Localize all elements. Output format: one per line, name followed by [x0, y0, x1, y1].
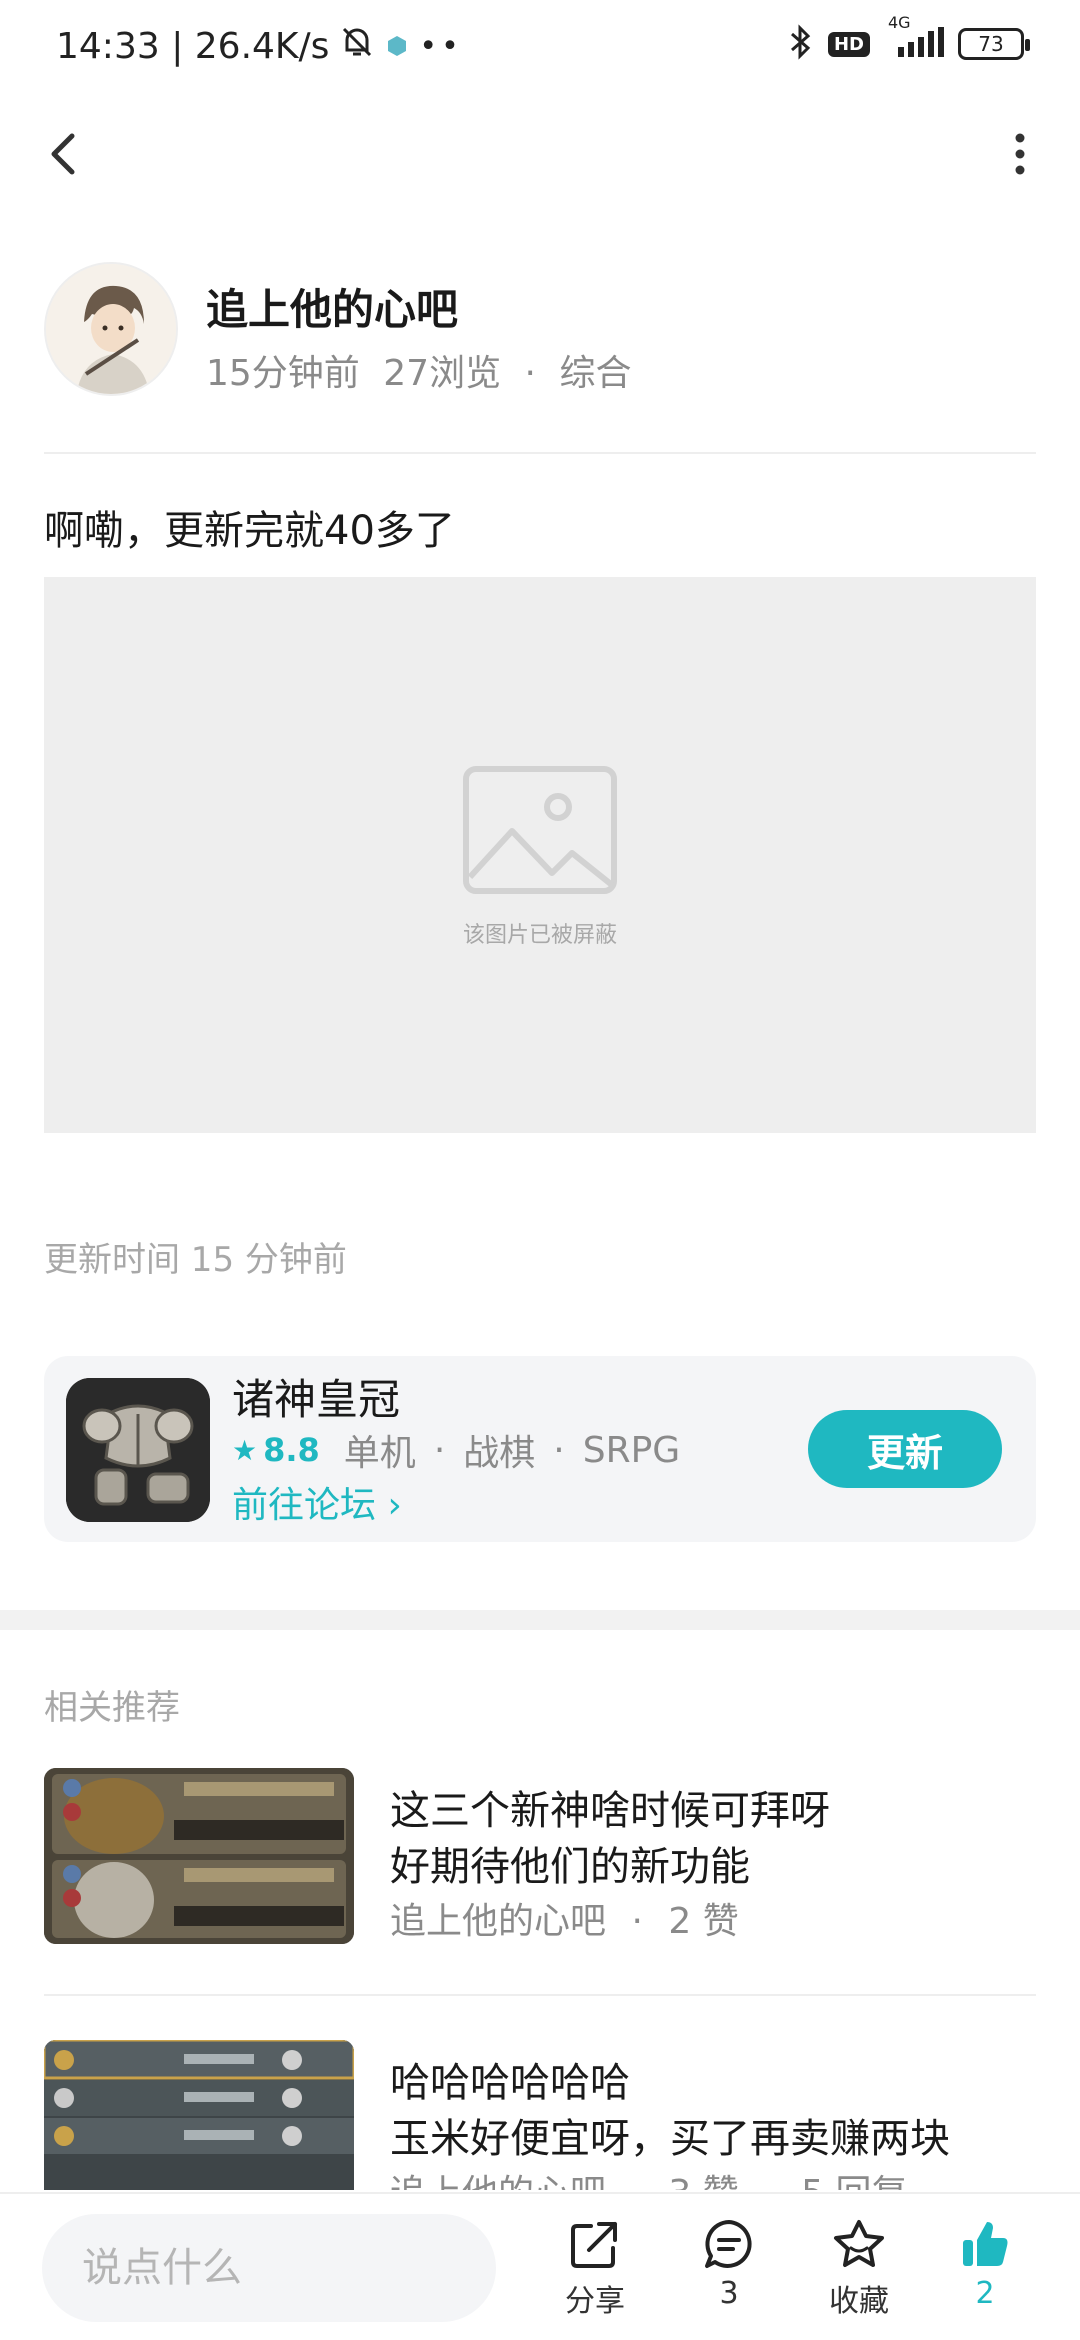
- author-name[interactable]: 追上他的心吧: [206, 276, 458, 337]
- bluetooth-icon: [788, 24, 814, 64]
- recommendations-title: 相关推荐: [44, 1688, 180, 1728]
- recommendation-likes: 3 赞: [668, 2173, 738, 2190]
- recommendation-author: 追上他的心吧: [390, 1901, 607, 1942]
- game-screenshot-icon: [44, 1768, 354, 1944]
- more-notifications-icon: ••: [419, 29, 463, 64]
- recommendation-thumbnail: [44, 2040, 354, 2190]
- post-views: 27浏览: [383, 353, 502, 394]
- update-time: 更新时间 15 分钟前: [44, 1240, 347, 1280]
- hd-badge: HD: [827, 31, 870, 57]
- status-left: 14:33 | 26.4K/s ••: [56, 24, 463, 69]
- back-button[interactable]: [36, 124, 96, 184]
- game-tag: 单机: [343, 1433, 416, 1474]
- list-item[interactable]: 这三个新神啥时候可拜呀 好期待他们的新功能 追上他的心吧 · 2 赞: [44, 1768, 1036, 1948]
- recommendation-subtitle: 玉米好便宜呀，买了再卖赚两块: [390, 2116, 950, 2162]
- post-time: 15分钟前: [206, 353, 360, 394]
- favorite-label: 收藏: [829, 2284, 889, 2319]
- divider: [44, 452, 1036, 454]
- comment-icon: [705, 2220, 752, 2268]
- game-tag: 战棋: [463, 1433, 536, 1474]
- meta-separator: ·: [764, 2173, 775, 2190]
- chevron-left-icon: [51, 133, 75, 175]
- more-vertical-icon: [1015, 133, 1025, 175]
- recommendation-meta: 追上他的心吧 · 3 赞 · 5 回复: [390, 2164, 907, 2190]
- recommendation-replies: 5 回复: [801, 2173, 907, 2190]
- armor-icon: [66, 1378, 210, 1522]
- game-screenshot-icon: [44, 2040, 354, 2190]
- thumbs-up-icon: [963, 2222, 1008, 2266]
- avatar[interactable]: [44, 262, 178, 396]
- network-type: 4G: [888, 13, 911, 32]
- meta-separator: ·: [524, 353, 536, 394]
- recommendation-title: 这三个新神啥时候可拜呀: [390, 1788, 830, 1834]
- like-count: 2: [975, 2276, 995, 2311]
- post-text: 啊嘞，更新完就40多了: [44, 508, 455, 554]
- like-button[interactable]: 2: [930, 2218, 1040, 2311]
- tag-separator: ·: [433, 1429, 446, 1471]
- status-right: HD 4G 73: [788, 13, 1030, 64]
- image-placeholder-icon: [463, 766, 617, 894]
- signal-icon: 4G: [884, 13, 944, 61]
- battery-icon: 73: [958, 28, 1030, 60]
- favorite-button[interactable]: 收藏: [804, 2218, 914, 2320]
- mute-bell-icon: [339, 24, 375, 69]
- post-meta: 15分钟前 27浏览 · 综合: [206, 344, 631, 396]
- game-tags: ★ 8.8 单机 · 战棋 · SRPG: [232, 1424, 680, 1476]
- recommendation-likes: 2 赞: [668, 1901, 739, 1942]
- more-options-button[interactable]: [990, 124, 1050, 184]
- recommendation-subtitle: 好期待他们的新功能: [390, 1844, 750, 1890]
- tag-separator: ·: [553, 1429, 565, 1471]
- game-name[interactable]: 诸神皇冠: [232, 1366, 400, 1427]
- comment-button[interactable]: 3: [674, 2218, 784, 2311]
- star-icon: ★: [232, 1433, 258, 1467]
- app-notification-icon: [385, 26, 409, 67]
- meta-separator: ·: [631, 2173, 642, 2190]
- blocked-image[interactable]: 该图片已被屏蔽: [44, 577, 1036, 1133]
- section-separator: [0, 1610, 1080, 1630]
- status-bar: 14:33 | 26.4K/s •• HD 4G 73: [0, 0, 1080, 96]
- share-button[interactable]: 分享: [540, 2218, 650, 2320]
- game-card[interactable]: 诸神皇冠 ★ 8.8 单机 · 战棋 · SRPG 前往论坛 › 更新: [44, 1356, 1036, 1542]
- forum-link[interactable]: 前往论坛 ›: [232, 1476, 402, 1528]
- game-icon[interactable]: [66, 1378, 210, 1522]
- recommendation-title: 哈哈哈哈哈哈: [390, 2060, 630, 2106]
- recommendation-meta: 追上他的心吧 · 2 赞: [390, 1892, 739, 1944]
- post-category[interactable]: 综合: [559, 353, 631, 394]
- share-icon: [571, 2222, 617, 2268]
- comment-count: 3: [719, 2276, 739, 2311]
- avatar-illustration-icon: [46, 264, 176, 394]
- status-time-speed: 14:33 | 26.4K/s: [56, 26, 330, 67]
- game-rating: 8.8: [263, 1431, 320, 1469]
- divider: [44, 1994, 1036, 1996]
- game-tag: SRPG: [582, 1429, 681, 1471]
- bottom-action-bar: 说点什么 分享 3 收藏 2: [0, 2192, 1080, 2340]
- share-label: 分享: [565, 2284, 625, 2319]
- author-header: 追上他的心吧 15分钟前 27浏览 · 综合: [44, 262, 1044, 398]
- comment-input[interactable]: 说点什么: [42, 2214, 496, 2322]
- update-button[interactable]: 更新: [808, 1410, 1002, 1488]
- star-outline-icon: [834, 2220, 884, 2267]
- recommendation-author: 追上他的心吧: [390, 2173, 606, 2190]
- blocked-image-label: 该图片已被屏蔽: [462, 923, 617, 948]
- nav-bar: [0, 110, 1080, 200]
- recommendation-thumbnail: [44, 1768, 354, 1944]
- list-item[interactable]: 哈哈哈哈哈哈 玉米好便宜呀，买了再卖赚两块 追上他的心吧 · 3 赞 · 5 回…: [44, 2040, 1036, 2190]
- meta-separator: ·: [631, 1901, 643, 1942]
